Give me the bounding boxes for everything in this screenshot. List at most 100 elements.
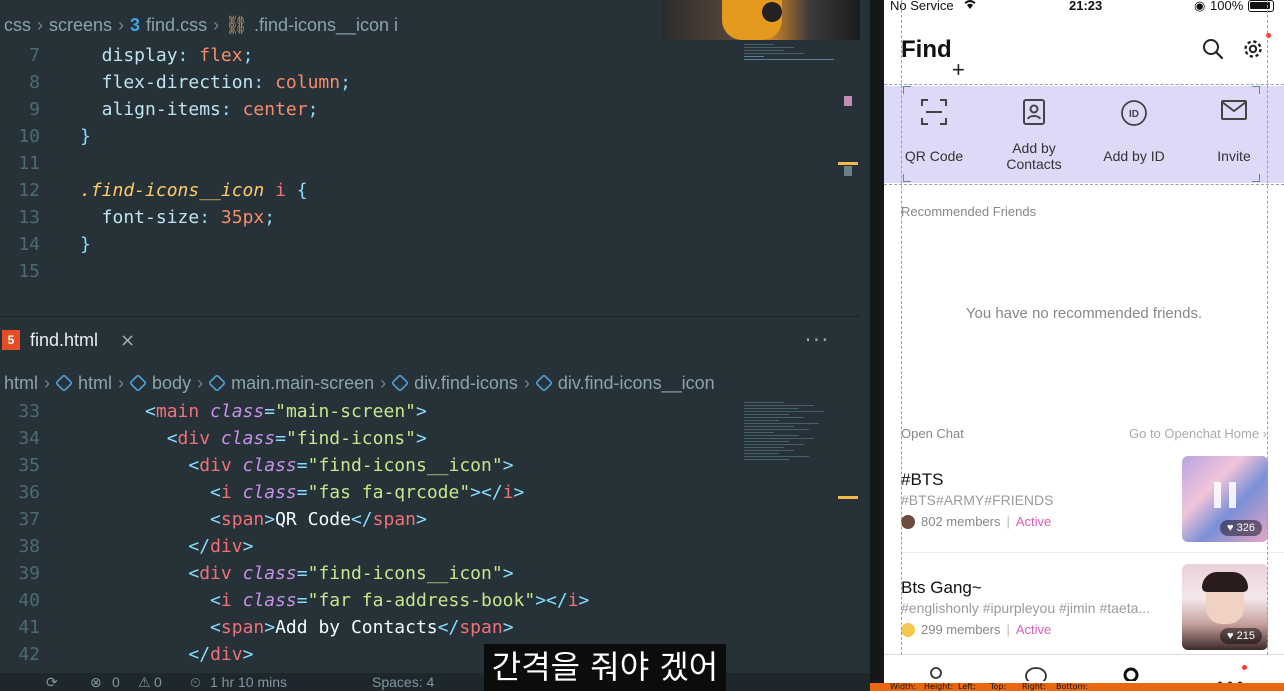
code-token: i xyxy=(220,590,232,611)
breadcrumb-html[interactable]: html xyxy=(78,373,112,394)
code-line[interactable]: 40 <i class="far fa-address-book"></i> xyxy=(0,587,860,614)
wifi-icon xyxy=(962,0,978,13)
code-token: "find-icons" xyxy=(285,428,416,449)
sync-icon[interactable]: ⟳ xyxy=(46,673,58,691)
phone-preview: No Service 21:23 ◉ 100% Find + QR Code A… xyxy=(884,0,1284,684)
code-line[interactable]: 9 align-items: center; xyxy=(0,96,860,123)
code-line[interactable]: 34 <div class="find-icons"> xyxy=(0,425,860,452)
qr-code-button[interactable]: QR Code xyxy=(884,86,984,183)
line-number: 36 xyxy=(18,482,40,503)
selection-handle[interactable] xyxy=(903,174,911,182)
error-icon[interactable]: ⊗ xyxy=(90,673,102,691)
like-count: ♥ 215 xyxy=(1220,628,1262,644)
code-line[interactable]: 39 <div class="find-icons__icon"> xyxy=(0,560,860,587)
html-minimap[interactable] xyxy=(744,400,844,462)
code-token: Add by Contacts xyxy=(275,617,438,638)
breadcrumb-find-icons[interactable]: div.find-icons xyxy=(414,373,518,394)
html-code-pane[interactable]: 33 <main class="main-screen"> 34 <div cla… xyxy=(0,398,860,673)
code-line[interactable]: 42 </div> xyxy=(0,641,860,668)
chat-row[interactable]: Bts Gang~ #englishonly #ipurpleyou #jimi… xyxy=(884,560,1284,660)
code-token: align-items xyxy=(80,99,221,120)
add-by-id-button[interactable]: ID Add by ID xyxy=(1084,86,1184,183)
pane-divider xyxy=(0,316,860,317)
code-token: 35px xyxy=(220,207,265,228)
tab-find-html[interactable]: find.html xyxy=(30,330,98,351)
code-line[interactable]: 11 xyxy=(0,150,860,177)
code-line[interactable]: 38 </div> xyxy=(0,533,860,560)
code-token: class xyxy=(231,563,297,584)
add-by-contacts-button[interactable]: Add by Contacts xyxy=(984,86,1084,183)
invite-button[interactable]: Invite xyxy=(1184,86,1284,183)
code-line[interactable]: 8 flex-direction: column; xyxy=(0,69,860,96)
breadcrumb-main[interactable]: main.main-screen xyxy=(231,373,374,394)
open-chat-label: Open Chat xyxy=(901,426,964,441)
code-line[interactable]: 7 display: flex; xyxy=(0,42,860,69)
scroll-marker xyxy=(844,96,852,106)
breadcrumb-css[interactable]: css xyxy=(4,15,31,36)
id-badge-icon: ID xyxy=(1121,100,1147,126)
code-text: <span>QR Code</span> xyxy=(80,506,427,533)
code-token: display xyxy=(80,45,178,66)
openchat-home-link[interactable]: Go to Openchat Home › xyxy=(1129,426,1267,441)
code-token: i xyxy=(502,482,514,503)
selection-handle[interactable] xyxy=(903,86,911,94)
code-token: < xyxy=(210,590,221,611)
breadcrumb-screens[interactable]: screens xyxy=(49,15,112,36)
breadcrumb-find-icons-icon[interactable]: div.find-icons__icon xyxy=(558,373,715,394)
more-actions-icon[interactable]: ··· xyxy=(805,328,830,352)
member-avatar xyxy=(901,514,915,529)
breadcrumb-selector[interactable]: .find-icons__icon i xyxy=(254,15,398,36)
code-line[interactable]: 13 font-size: 35px; xyxy=(0,204,860,231)
battery-percent: 100% xyxy=(1210,0,1244,13)
code-line[interactable]: 41 <span>Add by Contacts</span> xyxy=(0,614,860,641)
breadcrumb-file[interactable]: find.css xyxy=(146,15,207,36)
code-line[interactable]: 36 <i class="fas fa-qrcode"></i> xyxy=(0,479,860,506)
indentation-setting[interactable]: Spaces: 4 xyxy=(372,673,434,691)
chat-thumbnail[interactable]: ♥ 215 xyxy=(1182,564,1268,650)
chat-row[interactable]: #BTS #BTS#ARMY#FRIENDS 802 members | Act… xyxy=(884,452,1284,552)
chat-meta: 802 members | Active xyxy=(901,514,1051,529)
selection-handle[interactable] xyxy=(1252,174,1260,182)
chevron-right-icon: › xyxy=(118,14,125,35)
selection-handle[interactable] xyxy=(1252,86,1260,94)
chat-meta: 299 members | Active xyxy=(901,622,1051,637)
breadcrumb-body[interactable]: body xyxy=(152,373,191,394)
chat-thumbnail[interactable]: ♥ 326 xyxy=(1182,456,1268,542)
code-line[interactable]: 14} xyxy=(0,231,860,258)
code-text: <div class="find-icons__icon"> xyxy=(80,452,513,479)
tab-find-icon[interactable] xyxy=(1122,667,1140,684)
code-token: : xyxy=(253,72,276,93)
line-number: 7 xyxy=(29,45,40,66)
code-text: } xyxy=(80,123,91,150)
search-icon[interactable] xyxy=(1202,38,1224,65)
code-text: display: flex; xyxy=(80,42,254,69)
gear-icon[interactable] xyxy=(1242,38,1264,65)
code-token: i xyxy=(220,482,232,503)
code-line[interactable]: 15 xyxy=(0,258,860,285)
layout-guide xyxy=(901,0,902,655)
code-token: < xyxy=(145,401,156,422)
measure-right: Right: xyxy=(1022,682,1046,691)
code-line[interactable]: 33 <main class="main-screen"> xyxy=(0,398,860,425)
code-line[interactable]: 10} xyxy=(0,123,860,150)
code-token: > xyxy=(264,509,276,530)
member-count: 299 members xyxy=(921,622,1001,637)
warning-icon[interactable]: ⚠ xyxy=(138,673,151,691)
code-editor: css › screens › 3 find.css › ⛓ .find-ico… xyxy=(0,0,870,691)
code-line[interactable]: 12 .find-icons__icon i { xyxy=(0,177,860,204)
breadcrumb-html-folder[interactable]: html xyxy=(4,373,38,394)
close-icon[interactable]: × xyxy=(120,330,135,351)
layout-guide xyxy=(884,84,1284,85)
code-line[interactable]: 37 <span>QR Code</span> xyxy=(0,506,860,533)
scrollbar-thumb[interactable] xyxy=(844,166,852,176)
css-code-pane[interactable]: 7 display: flex; 8 flex-direction: column… xyxy=(0,42,860,292)
line-number: 13 xyxy=(18,207,40,228)
code-token: </ xyxy=(188,536,211,557)
code-line[interactable]: 35 <div class="find-icons__icon"> xyxy=(0,452,860,479)
css-minimap[interactable] xyxy=(744,42,844,62)
find-icon-label: Add by ID xyxy=(1103,148,1165,164)
code-token: div xyxy=(210,644,243,665)
line-number: 42 xyxy=(18,644,40,665)
battery-icon xyxy=(1248,0,1274,12)
